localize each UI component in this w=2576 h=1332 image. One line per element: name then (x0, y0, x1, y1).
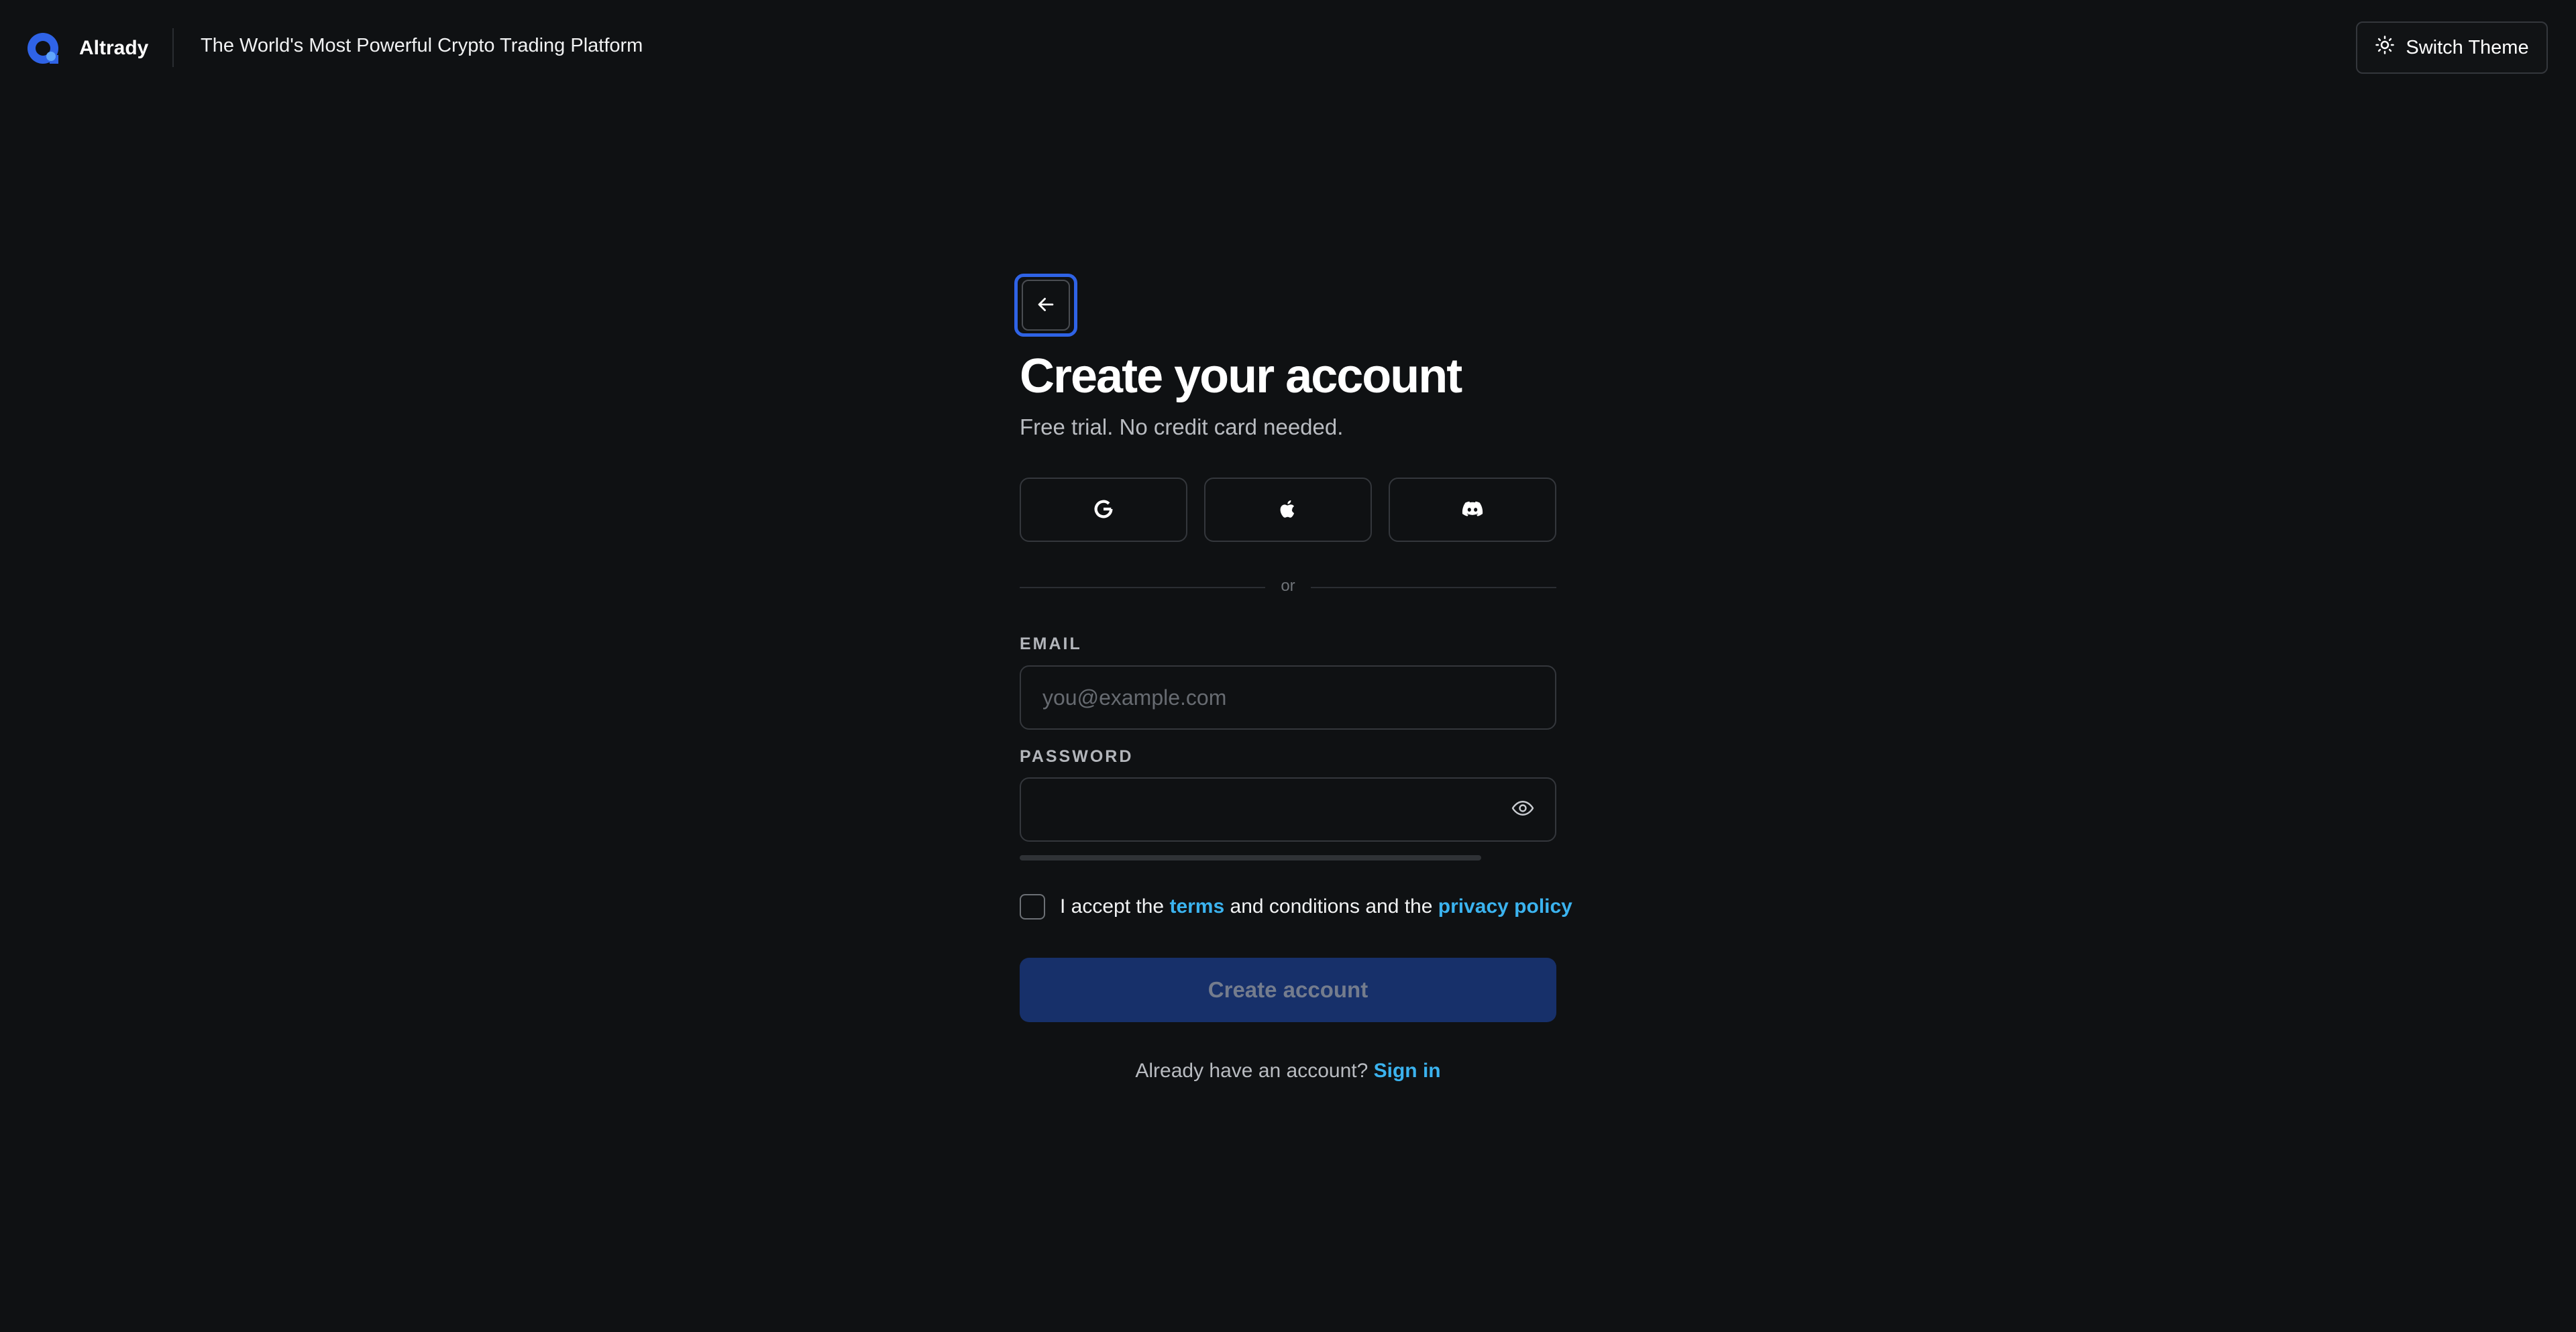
header-divider (172, 28, 174, 67)
terms-middle: and conditions and the (1230, 895, 1433, 918)
back-button-frame (1022, 280, 1070, 331)
switch-theme-button[interactable]: Switch Theme (2356, 21, 2548, 74)
or-divider: or (1020, 575, 1556, 600)
terms-link[interactable]: terms (1169, 895, 1224, 918)
terms-checkbox[interactable] (1020, 894, 1045, 920)
signin-prompt: Already have an account? (1135, 1060, 1368, 1082)
tagline: The World's Most Powerful Crypto Trading… (201, 35, 643, 56)
create-account-button[interactable]: Create account (1020, 958, 1556, 1022)
discord-signup-button[interactable] (1389, 478, 1556, 542)
show-password-toggle[interactable] (1509, 796, 1536, 823)
discord-icon (1461, 498, 1484, 522)
privacy-policy-link[interactable]: privacy policy (1438, 895, 1572, 918)
terms-row: I accept the terms and conditions and th… (1020, 893, 1572, 920)
email-label: EMAIL (1020, 634, 1082, 653)
apple-icon (1277, 498, 1299, 522)
or-text: or (1281, 577, 1295, 595)
password-label: PASSWORD (1020, 747, 1134, 766)
terms-prefix: I accept the (1060, 895, 1165, 918)
eye-icon (1511, 796, 1535, 824)
back-button[interactable] (1014, 274, 1077, 337)
social-login-row (1020, 478, 1556, 542)
password-field[interactable] (1042, 797, 1509, 822)
terms-text: I accept the terms and conditions and th… (1060, 895, 1572, 918)
altrady-logo-icon (27, 32, 59, 64)
email-field[interactable] (1042, 685, 1534, 710)
switch-theme-label: Switch Theme (2406, 36, 2529, 58)
page-subtitle: Free trial. No credit card needed. (1020, 414, 1344, 439)
signin-prompt-row: Already have an account? Sign in (1020, 1060, 1556, 1083)
brand[interactable]: Altrady (27, 32, 148, 65)
password-strength-bar (1020, 855, 1481, 861)
divider-line-right (1311, 587, 1556, 588)
google-signup-button[interactable] (1020, 478, 1187, 542)
apple-signup-button[interactable] (1204, 478, 1372, 542)
arrow-left-icon (1034, 293, 1057, 318)
google-icon (1092, 498, 1115, 522)
brand-name: Altrady (79, 37, 149, 59)
page-title: Create your account (1020, 349, 1462, 403)
sign-in-link[interactable]: Sign in (1374, 1060, 1441, 1082)
email-field-container (1020, 665, 1556, 730)
sun-icon (2375, 35, 2395, 60)
top-bar: Altrady The World's Most Powerful Crypto… (0, 0, 2576, 95)
password-field-container (1020, 777, 1556, 842)
